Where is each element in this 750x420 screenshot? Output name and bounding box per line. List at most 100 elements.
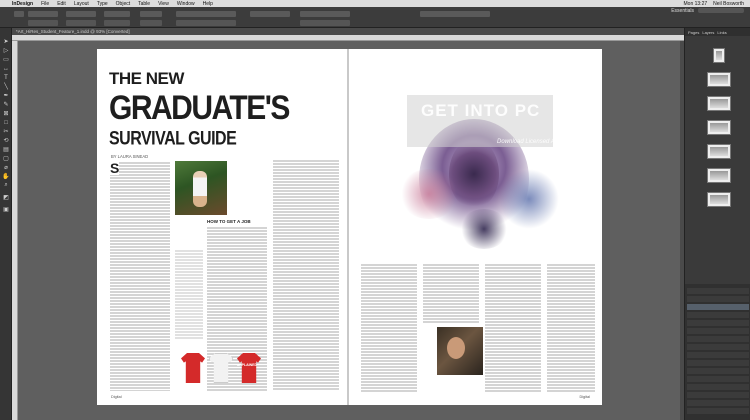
control-bar: Essentials <box>0 7 750 28</box>
page-thumbnail[interactable] <box>707 168 731 183</box>
menu-layout[interactable]: Layout <box>74 1 89 7</box>
note-tool-icon[interactable]: ▢ <box>2 155 10 162</box>
fill-stroke-swatch-icon[interactable]: ◩ <box>2 194 10 201</box>
body-text-column-6 <box>485 263 541 393</box>
layer-row[interactable] <box>687 304 749 310</box>
rectangle-tool-icon[interactable]: □ <box>2 119 10 126</box>
layer-row[interactable] <box>687 376 749 382</box>
reference-point-icon[interactable] <box>14 11 24 17</box>
right-page[interactable]: GET INTO PC Download Licensed App Digita… <box>349 49 602 405</box>
stroke-weight-controls[interactable] <box>176 20 236 26</box>
free-transform-tool-icon[interactable]: ⟲ <box>2 137 10 144</box>
screen-mode-icon[interactable]: ▣ <box>2 206 10 213</box>
tab-pages[interactable]: Pages <box>688 30 699 35</box>
page-thumbnail[interactable] <box>707 72 731 87</box>
menu-help[interactable]: Help <box>203 1 213 7</box>
layer-row[interactable] <box>687 296 749 302</box>
gradient-tool-icon[interactable]: ▤ <box>2 146 10 153</box>
layer-row[interactable] <box>687 408 749 414</box>
left-page[interactable]: THE NEW GRADUATE'S SURVIVAL GUIDE BY LAU… <box>97 49 347 405</box>
workspace-switcher[interactable]: Essentials <box>671 8 694 14</box>
panel-tabs: Pages Layers Links <box>685 28 750 36</box>
footer-right: Digital <box>579 395 590 399</box>
menu-type[interactable]: Type <box>97 1 108 7</box>
line-tool-icon[interactable]: ╲ <box>2 83 10 90</box>
layer-row[interactable] <box>687 312 749 318</box>
menu-view[interactable]: View <box>158 1 169 7</box>
tab-links[interactable]: Links <box>717 30 726 35</box>
selection-tool-icon[interactable]: ➤ <box>2 38 10 45</box>
object-style-select[interactable] <box>420 11 490 17</box>
hand-tool-icon[interactable]: ✋ <box>2 173 10 180</box>
layer-row[interactable] <box>687 288 749 294</box>
menu-file[interactable]: File <box>41 1 49 7</box>
type-tool-icon[interactable]: T <box>2 74 10 81</box>
wrap-controls[interactable] <box>300 20 350 26</box>
tshirt-text: EXPLAINED <box>237 363 258 367</box>
layer-row[interactable] <box>687 384 749 390</box>
help-search-input[interactable] <box>698 8 744 13</box>
scale-x-field[interactable] <box>104 11 130 17</box>
clock[interactable]: Mon 13:27 <box>684 1 708 7</box>
layer-row[interactable] <box>687 336 749 342</box>
layer-row[interactable] <box>687 344 749 350</box>
rectangle-frame-tool-icon[interactable]: ⊠ <box>2 110 10 117</box>
fitting-controls[interactable] <box>300 11 350 17</box>
body-text-column-5 <box>423 263 479 323</box>
rotate-field[interactable] <box>140 11 162 17</box>
layer-row[interactable] <box>687 352 749 358</box>
footer-left: Digital <box>111 395 122 399</box>
zoom-tool-icon[interactable]: ⌕ <box>2 182 10 189</box>
menu-window[interactable]: Window <box>177 1 195 7</box>
effects-controls[interactable] <box>250 11 290 17</box>
x-field[interactable] <box>28 11 58 17</box>
scale-y-field[interactable] <box>104 20 130 26</box>
headline-line-1: THE NEW <box>109 69 184 88</box>
menu-object[interactable]: Object <box>116 1 130 7</box>
page-thumbnail[interactable] <box>707 96 731 111</box>
fill-stroke-controls[interactable] <box>176 11 236 17</box>
menu-extras: Mon 13:27 Neil Bosworth <box>684 1 750 7</box>
layer-row[interactable] <box>687 368 749 374</box>
headline-line-3: SURVIVAL GUIDE <box>109 129 237 150</box>
menu-app-name[interactable]: InDesign <box>12 1 33 7</box>
tools-panel: ➤ ▷ ▭ ↔ T ╲ ✒ ✎ ⊠ □ ✂ ⟲ ▤ ▢ ⌀ ✋ ⌕ ◩ ▣ <box>0 28 12 420</box>
indesign-window: InDesign File Edit Layout Type Object Ta… <box>0 0 750 420</box>
menu-bar: InDesign File Edit Layout Type Object Ta… <box>0 0 750 7</box>
page-thumbnail[interactable] <box>707 192 731 207</box>
tshirts-photo: EXPLAINED <box>181 349 265 389</box>
menu-edit[interactable]: Edit <box>57 1 66 7</box>
menu-table[interactable]: Table <box>138 1 150 7</box>
width-field[interactable] <box>66 11 96 17</box>
tennis-photo <box>175 161 227 215</box>
shear-field[interactable] <box>140 20 162 26</box>
page-thumbnail[interactable] <box>707 144 731 159</box>
girl-with-phone-photo <box>437 327 483 375</box>
page-thumbnail[interactable] <box>707 120 731 135</box>
gap-tool-icon[interactable]: ↔ <box>2 65 10 72</box>
y-field[interactable] <box>28 20 58 26</box>
direct-selection-tool-icon[interactable]: ▷ <box>2 47 10 54</box>
scissors-tool-icon[interactable]: ✂ <box>2 128 10 135</box>
height-field[interactable] <box>66 20 96 26</box>
page-thumbnail[interactable] <box>713 48 725 63</box>
layer-row[interactable] <box>687 328 749 334</box>
layer-row[interactable] <box>687 320 749 326</box>
user-name[interactable]: Neil Bosworth <box>713 1 744 7</box>
panel-dock: Pages Layers Links <box>684 28 750 420</box>
pencil-tool-icon[interactable]: ✎ <box>2 101 10 108</box>
section-heading: HOW TO GET A JOB <box>207 219 251 224</box>
tab-layers[interactable]: Layers <box>702 30 714 35</box>
byline: BY LAURA SINEAD <box>111 154 149 159</box>
sidebar-caption-text <box>175 249 203 339</box>
layer-row[interactable] <box>687 360 749 366</box>
layer-row[interactable] <box>687 400 749 406</box>
document-tab[interactable]: *Art_HiRes_Student_Feature_1.indd @ 93% … <box>12 28 684 35</box>
layer-row[interactable] <box>687 392 749 398</box>
body-text-column-1 <box>110 161 170 391</box>
page-tool-icon[interactable]: ▭ <box>2 56 10 63</box>
drop-cap: S <box>110 160 120 176</box>
pen-tool-icon[interactable]: ✒ <box>2 92 10 99</box>
eyedropper-tool-icon[interactable]: ⌀ <box>2 164 10 171</box>
body-text-column-3 <box>273 159 339 391</box>
